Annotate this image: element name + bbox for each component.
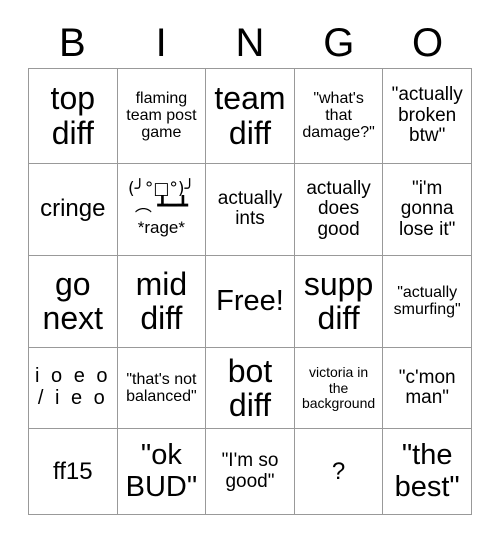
bingo-cell-text: team diff (214, 80, 286, 151)
bingo-cell-text: *rage* (137, 218, 186, 238)
bingo-cell-text: "what's that damage?" (302, 89, 375, 142)
bingo-header-row: B I N G O (28, 18, 472, 68)
bingo-cell-text: ff15 (52, 457, 93, 485)
bingo-cell[interactable]: "ok BUD" (118, 429, 207, 514)
bingo-cell-text: "the best" (394, 439, 460, 503)
bingo-cell[interactable]: top diff (29, 69, 118, 163)
bingo-row: go next mid diff Free! supp diff "actual… (29, 256, 471, 348)
bingo-cell-text: cringe (40, 195, 106, 223)
bingo-grid: top diff flaming team post game team dif… (28, 68, 472, 515)
bingo-header-letter-n: N (235, 21, 265, 65)
bingo-cell[interactable]: victoria in the background (295, 347, 384, 429)
bingo-cell[interactable]: actually ints (206, 163, 295, 256)
bingo-cell-text: "that's not balanced" (126, 370, 197, 406)
bingo-cell[interactable]: "actually broken btw" (383, 69, 471, 163)
bingo-cell-text: top diff (50, 80, 96, 151)
bingo-cell-text: actually does good (306, 177, 371, 240)
bingo-cell-text: bot diff (227, 352, 273, 424)
bingo-cell[interactable]: "i'm gonna lose it" (383, 164, 471, 256)
bingo-row: ff15 "ok BUD" "I'm so good" ? "the best" (29, 429, 471, 514)
bingo-cell-text: "actually broken btw" (391, 84, 463, 147)
bingo-cell[interactable]: ff15 (29, 429, 118, 514)
bingo-cell-rage[interactable]: (╯°□°)╯︵ ┻━┻ *rage* (118, 163, 207, 256)
bingo-cell-text: supp diff (303, 265, 374, 337)
bingo-cell-text: mid diff (135, 265, 188, 337)
bingo-cell[interactable]: flaming team post game (118, 69, 207, 163)
bingo-cell[interactable]: bot diff (206, 347, 295, 429)
bingo-cell-free-space[interactable]: Free! (206, 256, 295, 347)
bingo-cell[interactable]: supp diff (295, 256, 384, 347)
bingo-cell-text: "c'mon man" (398, 366, 456, 409)
bingo-cell-text: go next (42, 265, 104, 337)
bingo-cell-text: flaming team post game (126, 89, 197, 142)
bingo-cell-text: "i'm gonna lose it" (398, 177, 456, 240)
bingo-cell[interactable]: ? (295, 429, 384, 514)
bingo-header-letter-g: G (323, 21, 355, 65)
bingo-row: i o e o / i e o "that's not balanced" bo… (29, 347, 471, 430)
bingo-cell[interactable]: mid diff (118, 256, 207, 347)
bingo-cell-text: ? (331, 457, 346, 485)
bingo-cell[interactable]: "actually smurfing" (383, 256, 471, 347)
bingo-cell[interactable]: "c'mon man" (383, 348, 471, 429)
bingo-cell-text: "ok BUD" (125, 439, 198, 503)
bingo-cell[interactable]: cringe (29, 163, 118, 256)
bingo-header-letter-i: I (155, 21, 167, 65)
bingo-cell-text: i o e o / i e o (35, 365, 111, 410)
bingo-cell[interactable]: "the best" (383, 429, 471, 514)
bingo-card: B I N G O top diff flaming team post gam… (0, 0, 500, 544)
bingo-cell-text: "I'm so good" (221, 450, 279, 492)
bingo-row: cringe (╯°□°)╯︵ ┻━┻ *rage* actually ints… (29, 163, 471, 257)
bingo-cell-text: Free! (216, 284, 284, 317)
bingo-header-letter-b: B (59, 21, 86, 65)
bingo-cell[interactable]: "that's not balanced" (118, 347, 207, 429)
bingo-cell[interactable]: i o e o / i e o (29, 347, 118, 429)
bingo-cell[interactable]: "I'm so good" (206, 429, 295, 514)
bingo-header-letter-o: O (412, 21, 444, 65)
bingo-cell[interactable]: "what's that damage?" (295, 69, 384, 163)
bingo-cell[interactable]: team diff (206, 69, 295, 163)
rage-emoticon-group: (╯°□°)╯︵ ┻━┻ *rage* (120, 181, 204, 237)
bingo-cell[interactable]: go next (29, 256, 118, 347)
table-flip-emoticon-icon: (╯°□°)╯︵ ┻━┻ (127, 179, 195, 217)
bingo-cell[interactable]: actually does good (295, 163, 384, 256)
bingo-cell-text: victoria in the background (301, 364, 376, 411)
bingo-cell-text: actually ints (217, 187, 283, 230)
bingo-row: top diff flaming team post game team dif… (29, 69, 471, 164)
bingo-cell-text: "actually smurfing" (393, 284, 461, 319)
